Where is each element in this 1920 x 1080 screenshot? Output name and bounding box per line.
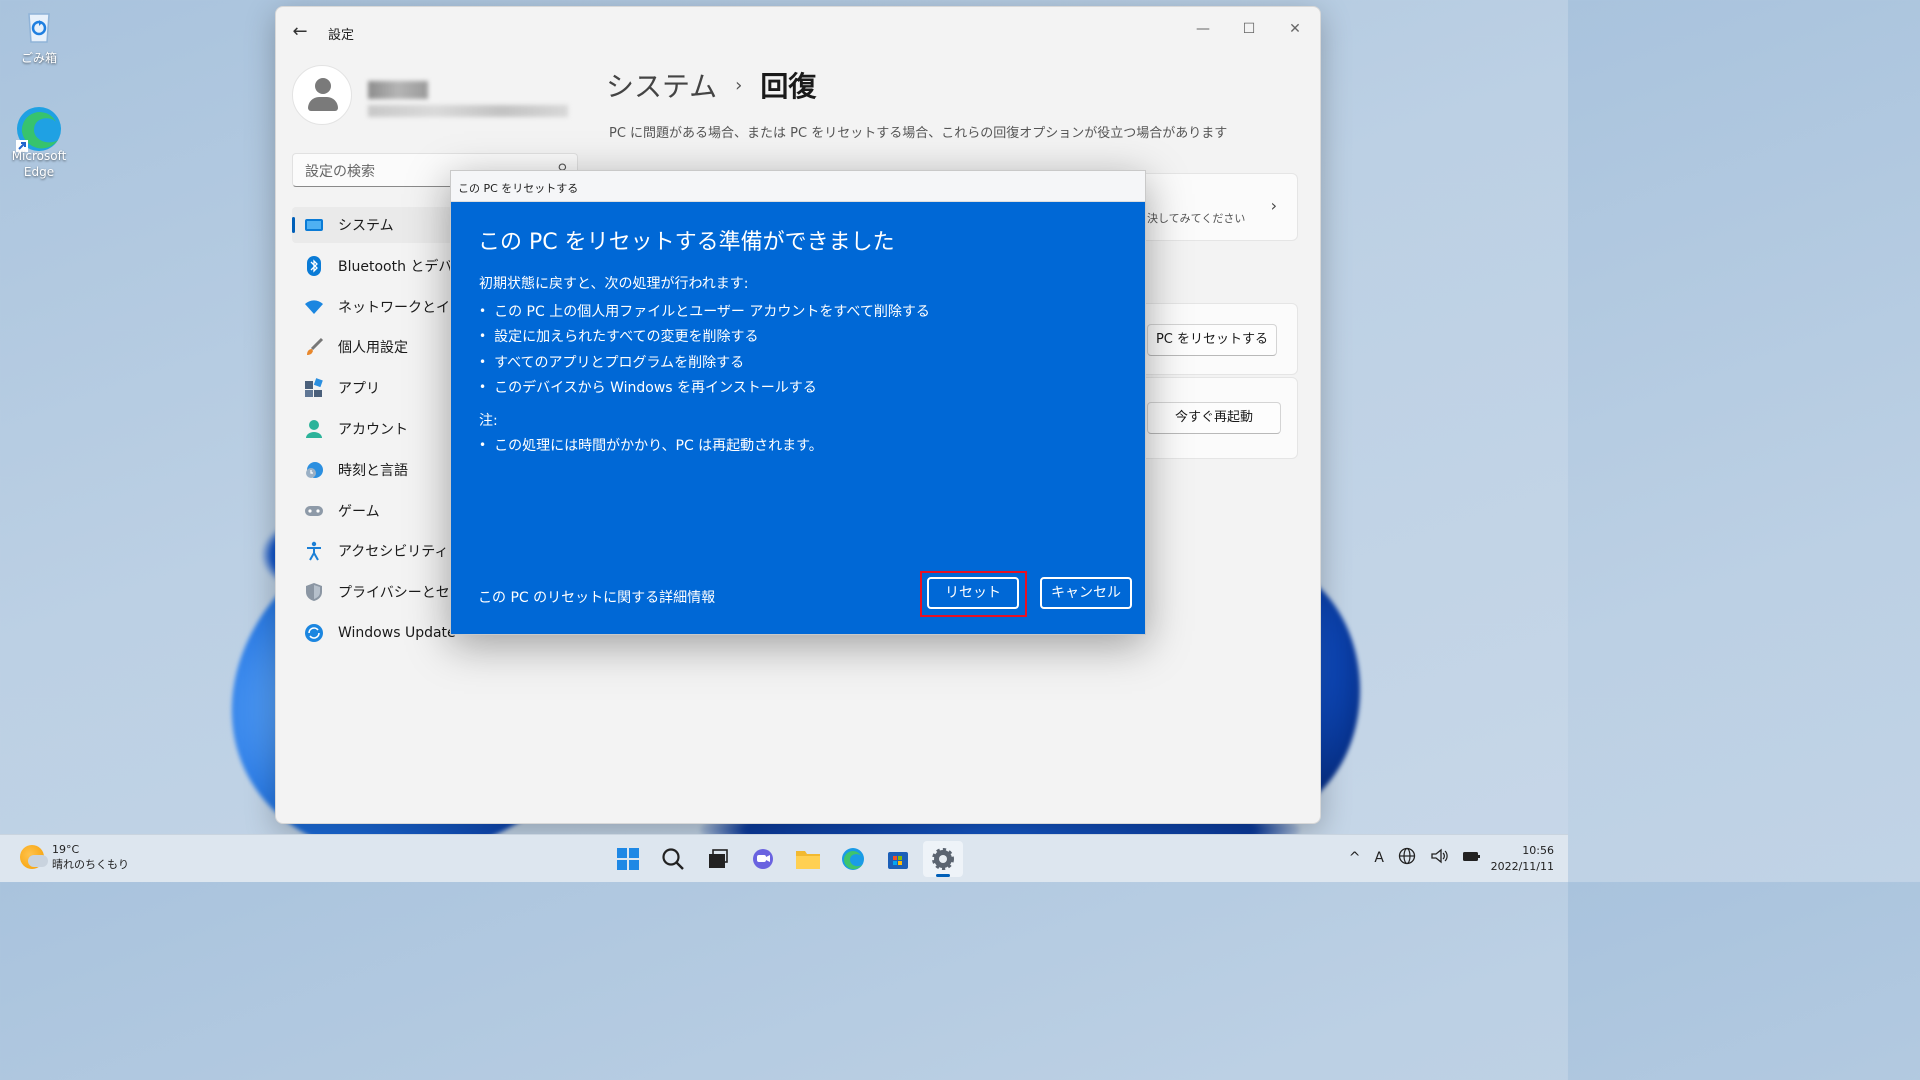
- time-language-icon: [304, 460, 324, 480]
- breadcrumb: システム › 回復: [606, 65, 816, 105]
- troubleshoot-card[interactable]: 決してみてください ›: [1136, 173, 1298, 241]
- task-view-icon[interactable]: [698, 841, 738, 877]
- weather-description: 晴れのちくもり: [52, 858, 129, 871]
- notes-list: この処理には時間がかかり、PC は再起動されます。: [479, 435, 823, 455]
- desktop-icon-label: Microsoft Edge: [11, 149, 67, 179]
- weather-widget[interactable]: 19°C 晴れのちくもり: [20, 842, 129, 872]
- note-label: 注:: [479, 413, 498, 429]
- file-explorer-icon[interactable]: [788, 841, 828, 877]
- avatar: [292, 65, 352, 125]
- sidebar-item-label: アプリ: [338, 381, 380, 398]
- minimize-button[interactable]: —: [1180, 15, 1226, 43]
- sidebar-item-label: アカウント: [338, 421, 408, 438]
- update-icon: [304, 623, 324, 643]
- reset-actions-list: この PC 上の個人用ファイルとユーザー アカウントをすべて削除する 設定に加え…: [479, 298, 930, 400]
- sidebar-item-label: 個人用設定: [338, 340, 408, 357]
- chevron-right-icon: ›: [1270, 196, 1277, 215]
- back-button[interactable]: ←: [288, 21, 312, 45]
- chevron-up-icon[interactable]: ^: [1349, 850, 1361, 866]
- volume-icon[interactable]: [1430, 847, 1448, 869]
- window-title: 設定: [328, 28, 355, 43]
- system-icon: [304, 215, 324, 235]
- dialog-body: この PC をリセットする準備ができました 初期状態に戻すと、次の処理が行われま…: [451, 202, 1145, 634]
- search-placeholder: 設定の検索: [305, 164, 375, 180]
- maximize-button[interactable]: ☐: [1226, 15, 1272, 43]
- start-icon[interactable]: [608, 841, 648, 877]
- taskbar-apps: [608, 841, 963, 877]
- user-email-redacted: [368, 105, 568, 117]
- restart-now-button[interactable]: 今すぐ再起動: [1147, 402, 1281, 434]
- close-button[interactable]: ✕: [1272, 15, 1318, 43]
- desktop-icon-recycle-bin[interactable]: ごみ箱: [8, 6, 70, 66]
- sidebar-item-label: Windows Update: [338, 624, 456, 641]
- weather-temperature: 19°C: [52, 843, 80, 856]
- accessibility-icon: [304, 541, 324, 561]
- page-subtitle: PC に問題がある場合、または PC をリセットする場合、これらの回復オプション…: [609, 126, 1228, 141]
- shield-icon: [304, 582, 324, 602]
- edge-icon: [16, 104, 61, 152]
- desktop-icon-edge[interactable]: Microsoft Edge: [8, 104, 70, 180]
- settings-icon[interactable]: [923, 841, 963, 877]
- dialog-intro: 初期状態に戻すと、次の処理が行われます:: [479, 276, 749, 292]
- search-icon[interactable]: [653, 841, 693, 877]
- dialog-title-bar: この PC をリセットする: [451, 171, 1145, 202]
- battery-icon[interactable]: [1462, 849, 1482, 867]
- dialog-title: この PC をリセットする: [458, 182, 579, 195]
- user-name-redacted: [368, 81, 428, 99]
- list-item: この PC 上の個人用ファイルとユーザー アカウントをすべて削除する: [479, 298, 930, 324]
- sidebar-item-label: 時刻と言語: [338, 462, 408, 479]
- brush-icon: [304, 337, 324, 357]
- reset-pc-card: PC をリセットする: [1136, 303, 1298, 375]
- card-description: 決してみてください: [1147, 212, 1246, 225]
- chat-icon[interactable]: [743, 841, 783, 877]
- clock-date: 2022/11/11: [1490, 860, 1554, 873]
- system-tray: ^ A: [1349, 847, 1482, 869]
- weather-icon: [20, 845, 48, 869]
- cancel-button[interactable]: キャンセル: [1040, 577, 1132, 609]
- network-icon: [304, 297, 324, 317]
- ime-indicator[interactable]: A: [1374, 850, 1384, 866]
- list-item: 設定に加えられたすべての変更を削除する: [479, 324, 930, 350]
- clock-time: 10:56: [1522, 844, 1554, 857]
- dialog-heading: この PC をリセットする準備ができました: [478, 230, 895, 255]
- store-icon[interactable]: [878, 841, 918, 877]
- taskbar: 19°C 晴れのちくもり ^ A 10:56 2022/11/11: [0, 834, 1568, 882]
- reset-pc-dialog: この PC をリセットする この PC をリセットする準備ができました 初期状態…: [450, 170, 1146, 635]
- reset-info-link[interactable]: この PC のリセットに関する詳細情報: [478, 587, 715, 607]
- breadcrumb-parent[interactable]: システム: [606, 65, 717, 105]
- account-icon: [304, 419, 324, 439]
- desktop-icon-label: ごみ箱: [20, 51, 57, 65]
- list-item: この処理には時間がかかり、PC は再起動されます。: [479, 435, 823, 455]
- highlight-box: [920, 571, 1027, 617]
- sidebar-item-label: アクセシビリティ: [338, 544, 449, 561]
- list-item: すべてのアプリとプログラムを削除する: [479, 349, 930, 375]
- page-title: 回復: [760, 70, 817, 103]
- apps-icon: [304, 378, 324, 398]
- network-globe-icon[interactable]: [1398, 847, 1416, 869]
- advanced-startup-card: 今すぐ再起動: [1136, 377, 1298, 459]
- list-item: このデバイスから Windows を再インストールする: [479, 375, 930, 401]
- recycle-bin-icon: [19, 6, 59, 46]
- sidebar-item-label: システム: [338, 218, 394, 234]
- sidebar-item-label: ゲーム: [338, 503, 380, 520]
- chevron-right-icon: ›: [735, 74, 743, 96]
- gaming-icon: [304, 501, 324, 521]
- user-profile[interactable]: [292, 65, 568, 125]
- bluetooth-icon: [304, 255, 324, 276]
- clock[interactable]: 10:56 2022/11/11: [1491, 843, 1554, 875]
- reset-pc-button[interactable]: PC をリセットする: [1147, 324, 1277, 356]
- edge-icon[interactable]: [833, 841, 873, 877]
- title-bar: ← 設定 — ☐ ✕: [276, 7, 1320, 55]
